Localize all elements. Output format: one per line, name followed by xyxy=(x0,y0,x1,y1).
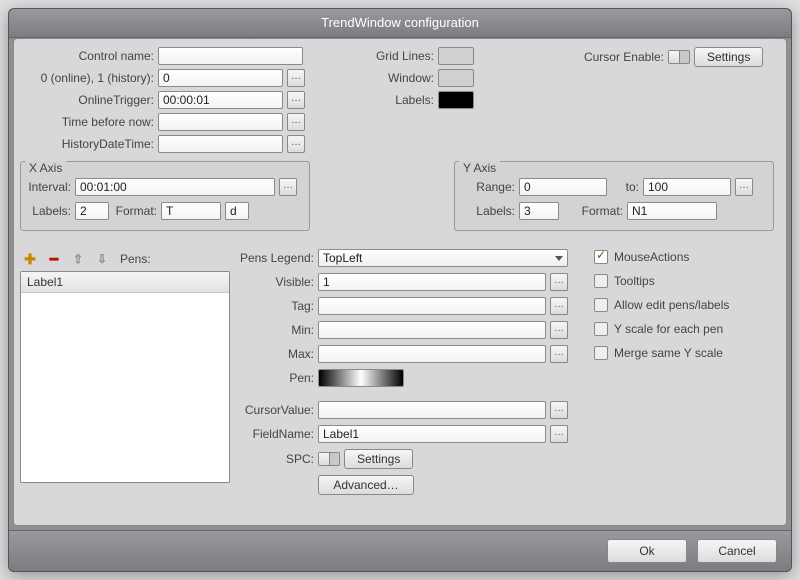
time-before-now-label: Time before now: xyxy=(14,115,154,129)
cursor-enable-label: Cursor Enable: xyxy=(574,50,664,64)
xaxis-group: X Axis Interval: 00:01:00 Labels: 2 Form… xyxy=(20,161,310,231)
visible-browse-button[interactable] xyxy=(550,273,568,291)
yaxis-title: Y Axis xyxy=(459,161,500,175)
time-before-now-browse-button[interactable] xyxy=(287,113,305,131)
xaxis-format2-field[interactable]: d xyxy=(225,202,249,220)
xaxis-title: X Axis xyxy=(25,161,66,175)
history-dt-field[interactable] xyxy=(158,135,283,153)
window-title: TrendWindow configuration xyxy=(321,15,479,30)
spc-label: SPC: xyxy=(234,452,314,466)
move-down-button[interactable]: ⇩ xyxy=(92,249,112,269)
legend-combo[interactable]: TopLeft xyxy=(318,249,568,267)
tag-label: Tag: xyxy=(234,299,314,313)
max-label: Max: xyxy=(234,347,314,361)
content: Control name: 0 (online), 1 (history): 0… xyxy=(13,38,787,526)
xaxis-labels-field[interactable]: 2 xyxy=(75,202,109,220)
xaxis-interval-browse-button[interactable] xyxy=(279,178,297,196)
y-each-checkbox[interactable]: Y scale for each pen xyxy=(594,321,723,337)
tag-browse-button[interactable] xyxy=(550,297,568,315)
window-color-label: Window: xyxy=(344,71,434,85)
list-item[interactable]: Label1 xyxy=(21,272,229,293)
cursor-value-field[interactable] xyxy=(318,401,546,419)
online-trigger-browse-button[interactable] xyxy=(287,91,305,109)
advanced-button[interactable]: Advanced… xyxy=(318,475,414,495)
yaxis-format-field[interactable]: N1 xyxy=(627,202,717,220)
cursor-value-browse-button[interactable] xyxy=(550,401,568,419)
yaxis-format-label: Format: xyxy=(563,204,623,218)
xaxis-format-field[interactable]: T xyxy=(161,202,221,220)
yaxis-range-to-field[interactable]: 100 xyxy=(643,178,731,196)
labels-color[interactable] xyxy=(438,91,474,109)
remove-pen-button[interactable]: ━ xyxy=(44,249,64,269)
control-name-label: Control name: xyxy=(14,49,154,63)
min-browse-button[interactable] xyxy=(550,321,568,339)
spc-toggle[interactable] xyxy=(318,452,340,466)
pens-label: Pens: xyxy=(120,252,156,266)
xaxis-interval-label: Interval: xyxy=(21,180,71,194)
merge-y-checkbox[interactable]: Merge same Y scale xyxy=(594,345,723,361)
xaxis-interval-field[interactable]: 00:01:00 xyxy=(75,178,275,196)
control-name-field[interactable] xyxy=(158,47,303,65)
max-browse-button[interactable] xyxy=(550,345,568,363)
xaxis-labels-label: Labels: xyxy=(21,204,71,218)
mode-field[interactable]: 0 xyxy=(158,69,283,87)
pens-listbox[interactable]: Label1 xyxy=(20,271,230,483)
gridlines-label: Grid Lines: xyxy=(344,49,434,63)
cancel-button[interactable]: Cancel xyxy=(697,539,777,563)
legend-label: Pens Legend: xyxy=(234,251,314,265)
gridlines-color[interactable] xyxy=(438,47,474,65)
visible-label: Visible: xyxy=(234,275,314,289)
online-trigger-field[interactable]: 00:00:01 xyxy=(158,91,283,109)
move-up-button[interactable]: ⇧ xyxy=(68,249,88,269)
min-label: Min: xyxy=(234,323,314,337)
titlebar: TrendWindow configuration xyxy=(9,9,791,38)
pen-label: Pen: xyxy=(234,371,314,385)
min-field[interactable] xyxy=(318,321,546,339)
online-trigger-label: OnlineTrigger: xyxy=(14,93,154,107)
window-color[interactable] xyxy=(438,69,474,87)
mode-label: 0 (online), 1 (history): xyxy=(14,71,154,85)
yaxis-range-from-field[interactable]: 0 xyxy=(519,178,607,196)
ok-button[interactable]: Ok xyxy=(607,539,687,563)
footer: Ok Cancel xyxy=(9,530,791,571)
time-before-now-field[interactable] xyxy=(158,113,283,131)
fieldname-label: FieldName: xyxy=(234,427,314,441)
history-dt-label: HistoryDateTime: xyxy=(14,137,154,151)
mouse-actions-checkbox[interactable]: MouseActions xyxy=(594,249,689,265)
yaxis-group: Y Axis Range: 0 to: 100 Labels: 3 Format… xyxy=(454,161,774,231)
xaxis-format-label: Format: xyxy=(113,204,157,218)
yaxis-labels-label: Labels: xyxy=(455,204,515,218)
yaxis-to-label: to: xyxy=(611,180,639,194)
yaxis-range-browse-button[interactable] xyxy=(735,178,753,196)
cursor-enable-toggle[interactable] xyxy=(668,50,690,64)
cursor-value-label: CursorValue: xyxy=(234,403,314,417)
allow-edit-checkbox[interactable]: Allow edit pens/labels xyxy=(594,297,729,313)
mode-browse-button[interactable] xyxy=(287,69,305,87)
add-pen-button[interactable]: ✚ xyxy=(20,249,40,269)
tooltips-checkbox[interactable]: Tooltips xyxy=(594,273,655,289)
max-field[interactable] xyxy=(318,345,546,363)
pen-swatch[interactable] xyxy=(318,369,404,387)
labels-color-label: Labels: xyxy=(344,93,434,107)
fieldname-browse-button[interactable] xyxy=(550,425,568,443)
yaxis-range-label: Range: xyxy=(455,180,515,194)
dialog: TrendWindow configuration Control name: … xyxy=(8,8,792,572)
yaxis-labels-field[interactable]: 3 xyxy=(519,202,559,220)
cursor-settings-button[interactable]: Settings xyxy=(694,47,763,67)
history-dt-browse-button[interactable] xyxy=(287,135,305,153)
spc-settings-button[interactable]: Settings xyxy=(344,449,413,469)
visible-field[interactable]: 1 xyxy=(318,273,546,291)
fieldname-field[interactable]: Label1 xyxy=(318,425,546,443)
tag-field[interactable] xyxy=(318,297,546,315)
